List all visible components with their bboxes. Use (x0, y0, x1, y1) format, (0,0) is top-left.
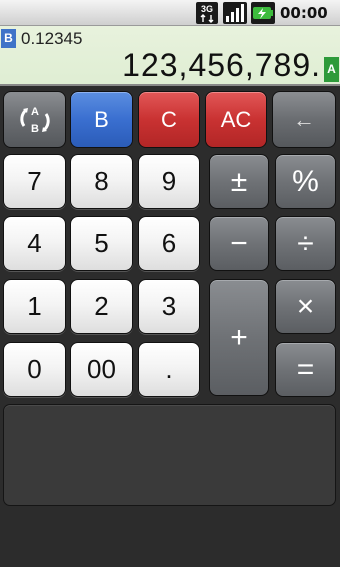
swap-ab-icon: A B (19, 106, 50, 135)
digit-2-button[interactable]: 2 (70, 279, 133, 334)
divide-button[interactable]: ÷ (275, 216, 336, 271)
all-clear-button[interactable]: AC (205, 91, 267, 148)
memory-row: B 0.12345 (0, 28, 340, 48)
digit-7-button[interactable]: 7 (3, 154, 66, 209)
equals-button[interactable]: = (275, 342, 336, 397)
plus-minus-button[interactable]: ± (209, 154, 269, 209)
keypad: A B B C AC ← 7 8 9 ± % 4 5 6 − ÷ 1 2 3 +… (0, 86, 340, 567)
clear-button[interactable]: C (138, 91, 200, 148)
digit-5-button[interactable]: 5 (70, 216, 133, 271)
backspace-button[interactable]: ← (272, 91, 336, 148)
calculator-display: B 0.12345 123,456,789. A (0, 26, 340, 86)
digit-4-button[interactable]: 4 (3, 216, 66, 271)
swap-ab-button[interactable]: A B (3, 91, 66, 148)
register-a-badge: A (324, 57, 339, 82)
network-3g-icon: 3G (196, 2, 218, 24)
svg-text:3G: 3G (201, 4, 213, 14)
digit-1-button[interactable]: 1 (3, 279, 66, 334)
digit-6-button[interactable]: 6 (138, 216, 200, 271)
digit-0-button[interactable]: 0 (3, 342, 66, 397)
status-bar: 3G 00:00 (0, 0, 340, 26)
digit-3-button[interactable]: 3 (138, 279, 200, 334)
main-value: 123,456,789. (122, 47, 321, 83)
double-zero-button[interactable]: 00 (70, 342, 133, 397)
memory-value: 0.12345 (21, 29, 83, 48)
digit-9-button[interactable]: 9 (138, 154, 200, 209)
svg-text:B: B (31, 123, 39, 135)
decimal-button[interactable]: . (138, 342, 200, 397)
battery-charging-icon (251, 2, 275, 24)
percent-button[interactable]: % (275, 154, 336, 209)
add-button[interactable]: + (209, 279, 269, 396)
status-clock: 00:00 (280, 4, 328, 22)
subtract-button[interactable]: − (209, 216, 269, 271)
b-button[interactable]: B (70, 91, 133, 148)
svg-text:A: A (31, 106, 39, 118)
history-panel (3, 404, 336, 506)
digit-8-button[interactable]: 8 (70, 154, 133, 209)
multiply-button[interactable]: × (275, 279, 336, 334)
signal-icon (223, 2, 247, 24)
register-b-badge: B (1, 29, 16, 48)
